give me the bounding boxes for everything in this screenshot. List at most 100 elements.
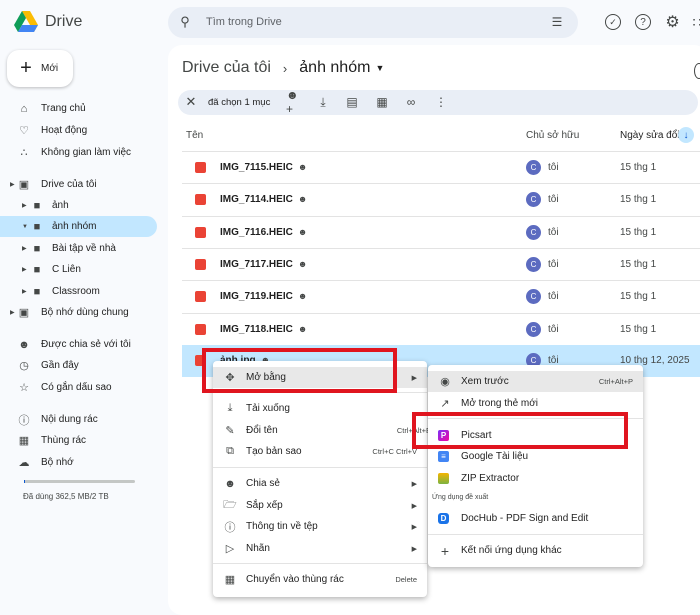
column-modified[interactable]: Ngày sửa đổi bbox=[620, 130, 680, 141]
table-row[interactable]: IMG_7116.HEIC ☻ Ctôi 15 thg 1 bbox=[182, 216, 700, 248]
caret-icon[interactable]: ▼ bbox=[22, 224, 28, 230]
help-icon[interactable]: ? bbox=[635, 14, 651, 30]
menu-label: Xem trước bbox=[461, 376, 509, 387]
menu-label: DocHub - PDF Sign and Edit bbox=[461, 513, 589, 524]
breadcrumb-current[interactable]: ảnh nhóm bbox=[299, 59, 370, 77]
sidebar-item-bai-tap[interactable]: ▶ ■ Bài tập về nhà bbox=[0, 238, 157, 259]
sidebar-item-recent[interactable]: ◷ Gần đây bbox=[0, 355, 157, 376]
caret-icon[interactable]: ▶ bbox=[22, 288, 27, 295]
trash-icon[interactable]: ▦ bbox=[375, 95, 389, 109]
breadcrumb-root[interactable]: Drive của tôi bbox=[182, 59, 271, 77]
sidebar-item-spam[interactable]: ⓘ Nội dung rác bbox=[0, 409, 157, 430]
sidebar-item-shared-with-me[interactable]: ☻ Được chia sẻ với tôi bbox=[0, 334, 157, 355]
file-name: IMG_7115.HEIC bbox=[220, 162, 293, 173]
sidebar-item-my-drive[interactable]: ▶ ▣ Drive của tôi bbox=[0, 174, 157, 195]
column-owner[interactable]: Chủ sở hữu bbox=[526, 130, 579, 141]
avatar: C bbox=[526, 322, 541, 337]
filter-options-icon[interactable]: ☰ bbox=[550, 15, 564, 29]
download-icon[interactable]: ⤓ bbox=[316, 95, 330, 109]
sidebar-item-label: Hoạt động bbox=[41, 125, 88, 136]
offline-check-icon[interactable]: ✓ bbox=[605, 14, 621, 30]
menu-label: Tạo bản sao bbox=[246, 446, 302, 457]
file-name: IMG_7117.HEIC bbox=[220, 259, 293, 270]
table-row[interactable]: IMG_7117.HEIC ☻ Ctôi 15 thg 1 bbox=[182, 248, 700, 280]
clock-icon: ◷ bbox=[19, 360, 29, 372]
chevron-down-icon[interactable]: ▼ bbox=[375, 63, 384, 73]
sidebar-item-shared-drives[interactable]: ▶ ▣ Bộ nhớ dùng chung bbox=[0, 302, 157, 323]
highlight-box-open-with bbox=[202, 348, 397, 393]
sidebar-item-starred[interactable]: ☆ Có gắn dấu sao bbox=[0, 377, 157, 398]
table-row[interactable]: IMG_7115.HEIC ☻ Ctôi 15 thg 1 bbox=[182, 151, 700, 183]
shared-icon: ☻ bbox=[297, 227, 308, 237]
menu-label: Chia sẻ bbox=[246, 478, 280, 489]
table-row[interactable]: IMG_7119.HEIC ☻ Ctôi 15 thg 1 bbox=[182, 280, 700, 312]
shortcut: Delete bbox=[395, 575, 417, 584]
share-icon: ☻ bbox=[224, 477, 236, 490]
menu-google-docs[interactable]: ≡ Google Tài liệu bbox=[428, 446, 643, 467]
caret-icon[interactable]: ▶ bbox=[22, 266, 27, 273]
shared-icon: ☻ bbox=[297, 162, 308, 172]
new-button-label: Mới bbox=[41, 63, 59, 74]
sidebar-item-label: ảnh bbox=[52, 200, 69, 211]
file-name: IMG_7118.HEIC bbox=[220, 324, 293, 335]
divider bbox=[213, 563, 427, 564]
menu-download[interactable]: ⤓ Tải xuống bbox=[213, 398, 427, 419]
search-input[interactable]: Tìm trong Drive bbox=[206, 16, 282, 28]
folder-icon: ■ bbox=[33, 263, 41, 276]
menu-dochub[interactable]: D DocHub - PDF Sign and Edit bbox=[428, 508, 643, 529]
sidebar-item-storage[interactable]: ☁ Bộ nhớ bbox=[0, 452, 157, 473]
sidebar-item-workspace[interactable]: ∴ Không gian làm việc bbox=[0, 142, 157, 163]
sidebar-item-anh-nhom[interactable]: ▼ ■ ảnh nhóm bbox=[0, 216, 157, 237]
menu-organize[interactable]: 🗁 Sắp xếp ▶ bbox=[213, 495, 427, 516]
menu-zip-extractor[interactable]: ZIP Extractor bbox=[428, 468, 643, 489]
drive-logo[interactable] bbox=[13, 10, 39, 34]
caret-icon[interactable]: ▶ bbox=[10, 309, 15, 316]
search-icon: ⚲ bbox=[180, 14, 190, 29]
menu-file-info[interactable]: ⓘ Thông tin về tệp ▶ bbox=[213, 516, 427, 537]
submenu-arrow-icon: ▶ bbox=[411, 502, 417, 510]
close-selection-icon[interactable]: ✕ bbox=[184, 94, 198, 109]
share-icon[interactable]: ☻+ bbox=[286, 88, 300, 116]
settings-icon[interactable]: ⚙ bbox=[664, 13, 681, 31]
more-icon[interactable]: ⋮ bbox=[434, 95, 448, 109]
menu-copy[interactable]: ⧉ Tạo bản sao Ctrl+C Ctrl+V bbox=[213, 441, 427, 462]
menu-open-new-tab[interactable]: ↗ Mở trong thẻ mới bbox=[428, 393, 643, 414]
folder-icon: ■ bbox=[33, 242, 41, 255]
menu-label-item[interactable]: ▷ Nhãn ▶ bbox=[213, 538, 427, 559]
submenu-arrow-icon: ▶ bbox=[411, 545, 417, 553]
menu-connect-apps[interactable]: + Kết nối ứng dụng khác bbox=[428, 540, 643, 561]
drive-icon: ▣ bbox=[18, 179, 30, 191]
menu-preview[interactable]: ◉ Xem trước Ctrl+Alt+P bbox=[428, 371, 643, 392]
menu-trash[interactable]: ▦ Chuyển vào thùng rác Delete bbox=[213, 569, 427, 590]
menu-share[interactable]: ☻ Chia sẻ ▶ bbox=[213, 473, 427, 494]
dochub-icon: D bbox=[438, 513, 449, 524]
column-name[interactable]: Tên bbox=[186, 130, 203, 141]
sort-down-icon[interactable]: ↓ bbox=[678, 127, 694, 143]
table-row[interactable]: IMG_7118.HEIC ☻ Ctôi 15 thg 1 bbox=[182, 313, 700, 345]
search-bar[interactable]: ⚲ Tìm trong Drive ☰ bbox=[168, 7, 578, 38]
sidebar-item-trash[interactable]: ▦ Thùng rác bbox=[0, 430, 157, 451]
owner: tôi bbox=[548, 291, 559, 302]
info-icon[interactable] bbox=[694, 63, 700, 79]
apps-icon[interactable]: ∷ bbox=[692, 14, 700, 30]
plus-icon: + bbox=[440, 542, 450, 559]
shared-icon: ☻ bbox=[297, 291, 308, 301]
storage-bar bbox=[24, 480, 135, 483]
open-in-new-icon: ↗ bbox=[440, 398, 450, 410]
caret-icon[interactable]: ▶ bbox=[22, 245, 27, 252]
table-row[interactable]: IMG_7114.HEIC ☻ Ctôi 15 thg 1 bbox=[182, 183, 700, 215]
sidebar-item-c-lien[interactable]: ▶ ■ C Liên bbox=[0, 259, 157, 280]
sidebar-item-home[interactable]: ⌂ Trang chủ bbox=[0, 98, 157, 119]
link-icon[interactable]: ∞ bbox=[404, 95, 418, 109]
menu-rename[interactable]: ✎ Đổi tên Ctrl+Alt+E bbox=[213, 420, 431, 441]
sidebar-item-activity[interactable]: ♡ Hoạt động bbox=[0, 120, 157, 141]
owner: tôi bbox=[548, 259, 559, 270]
sidebar-item-anh[interactable]: ▶ ■ ảnh bbox=[0, 195, 157, 216]
caret-icon[interactable]: ▶ bbox=[22, 202, 27, 209]
avatar: C bbox=[526, 257, 541, 272]
new-button[interactable]: + Mới bbox=[7, 50, 73, 87]
move-icon[interactable]: ▤ bbox=[345, 95, 359, 109]
caret-icon[interactable]: ▶ bbox=[10, 181, 15, 188]
menu-label: Tải xuống bbox=[246, 403, 290, 414]
sidebar-item-classroom[interactable]: ▶ ■ Classroom bbox=[0, 281, 157, 302]
